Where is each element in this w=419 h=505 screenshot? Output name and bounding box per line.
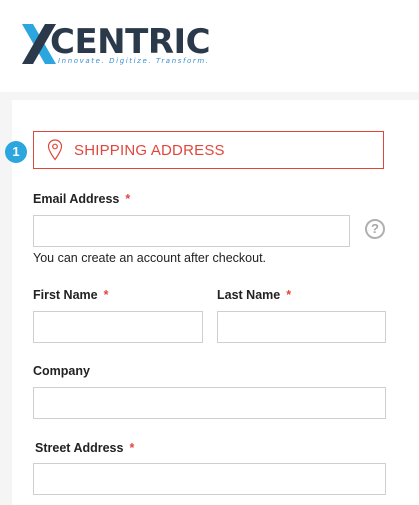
required-asterisk: *	[129, 441, 135, 455]
brand-name: CENTRIC	[50, 22, 211, 62]
street-label: Street Address *	[35, 441, 134, 455]
first-name-input[interactable]	[33, 311, 203, 343]
street-label-text: Street Address	[35, 441, 124, 455]
company-label-text: Company	[33, 364, 90, 378]
first-name-label-text: First Name	[33, 288, 98, 302]
required-asterisk: *	[286, 288, 292, 302]
last-name-label: Last Name *	[217, 288, 291, 302]
page-header: CENTRIC Innovate. Digitize. Transform.	[0, 0, 419, 92]
company-input[interactable]	[33, 387, 386, 419]
last-name-label-text: Last Name	[217, 288, 281, 302]
section-title: SHIPPING ADDRESS	[74, 142, 225, 159]
help-circle-icon[interactable]: ?	[365, 219, 385, 239]
brand-tagline: Innovate. Digitize. Transform.	[58, 57, 210, 65]
street-input[interactable]	[33, 463, 386, 495]
email-input[interactable]	[33, 215, 350, 247]
email-label: Email Address *	[33, 192, 130, 206]
last-name-input[interactable]	[217, 311, 386, 343]
required-asterisk: *	[125, 192, 131, 206]
first-name-label: First Name *	[33, 288, 108, 302]
company-label: Company	[33, 364, 90, 378]
step-badge: 1	[5, 141, 27, 163]
required-asterisk: *	[103, 288, 109, 302]
shipping-section-header: SHIPPING ADDRESS	[33, 131, 384, 169]
brand-logo[interactable]: CENTRIC Innovate. Digitize. Transform.	[22, 22, 222, 74]
email-label-text: Email Address	[33, 192, 120, 206]
email-hint: You can create an account after checkout…	[33, 251, 267, 265]
map-pin-icon	[47, 139, 63, 161]
